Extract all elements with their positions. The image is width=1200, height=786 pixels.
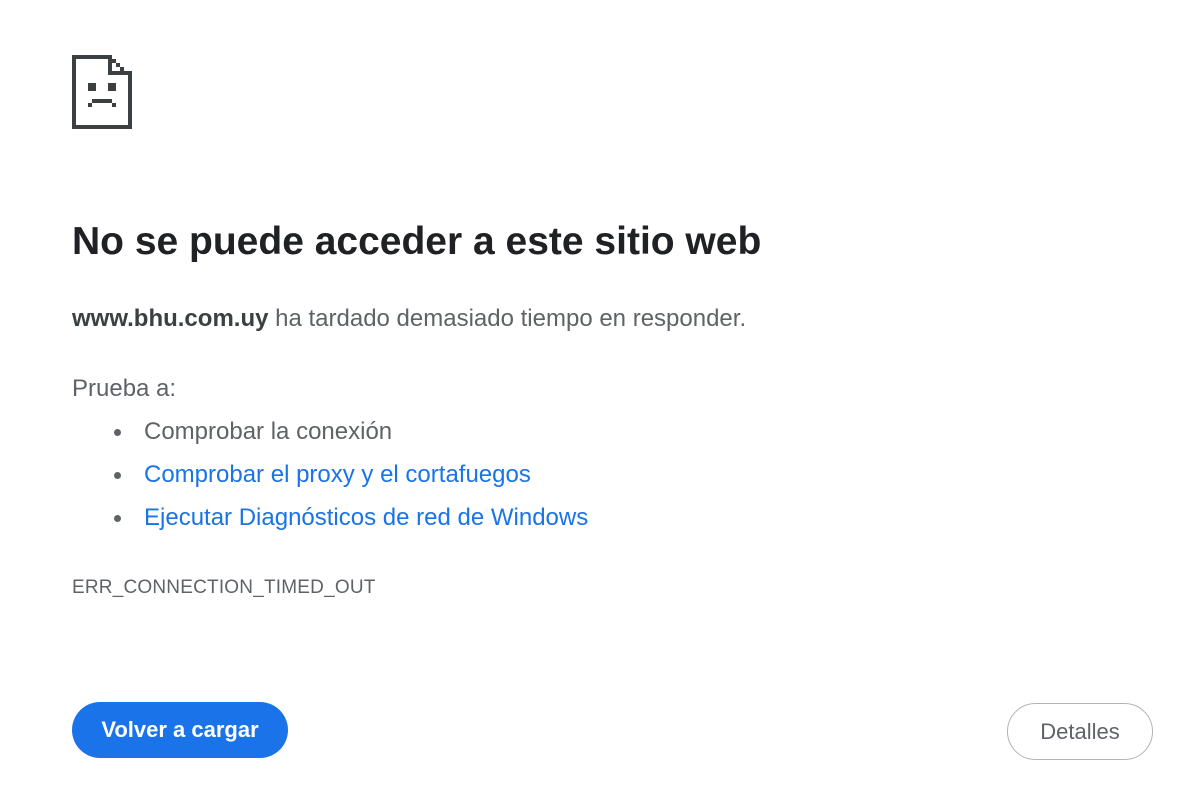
- suggestions-list: Comprobar la conexión Comprobar el proxy…: [72, 416, 588, 545]
- bullet-icon: [114, 472, 121, 479]
- sad-page-icon: [72, 55, 132, 129]
- suggestion-run-network-diagnostics-link[interactable]: Ejecutar Diagnósticos de red de Windows: [72, 502, 588, 545]
- summary-text: ha tardado demasiado tiempo en responder…: [268, 305, 747, 332]
- suggestion-check-proxy-firewall-link[interactable]: Comprobar el proxy y el cortafuegos: [72, 459, 588, 502]
- error-summary: www.bhu.com.uy ha tardado demasiado tiem…: [72, 305, 746, 333]
- page-title: No se puede acceder a este sitio web: [72, 220, 762, 263]
- suggestion-label[interactable]: Ejecutar Diagnósticos de red de Windows: [144, 504, 588, 531]
- suggestions-heading: Prueba a:: [72, 375, 177, 402]
- error-page: No se puede acceder a este sitio web www…: [0, 0, 1200, 786]
- bullet-icon: [114, 429, 121, 436]
- error-code: ERR_CONNECTION_TIMED_OUT: [72, 577, 376, 598]
- suggestion-label[interactable]: Comprobar el proxy y el cortafuegos: [144, 461, 531, 488]
- reload-button[interactable]: Volver a cargar: [72, 702, 288, 758]
- bullet-icon: [114, 515, 121, 522]
- details-button[interactable]: Detalles: [1007, 703, 1153, 760]
- host-name: www.bhu.com.uy: [72, 305, 269, 332]
- suggestion-label: Comprobar la conexión: [144, 418, 393, 445]
- suggestion-check-connection: Comprobar la conexión: [72, 416, 588, 459]
